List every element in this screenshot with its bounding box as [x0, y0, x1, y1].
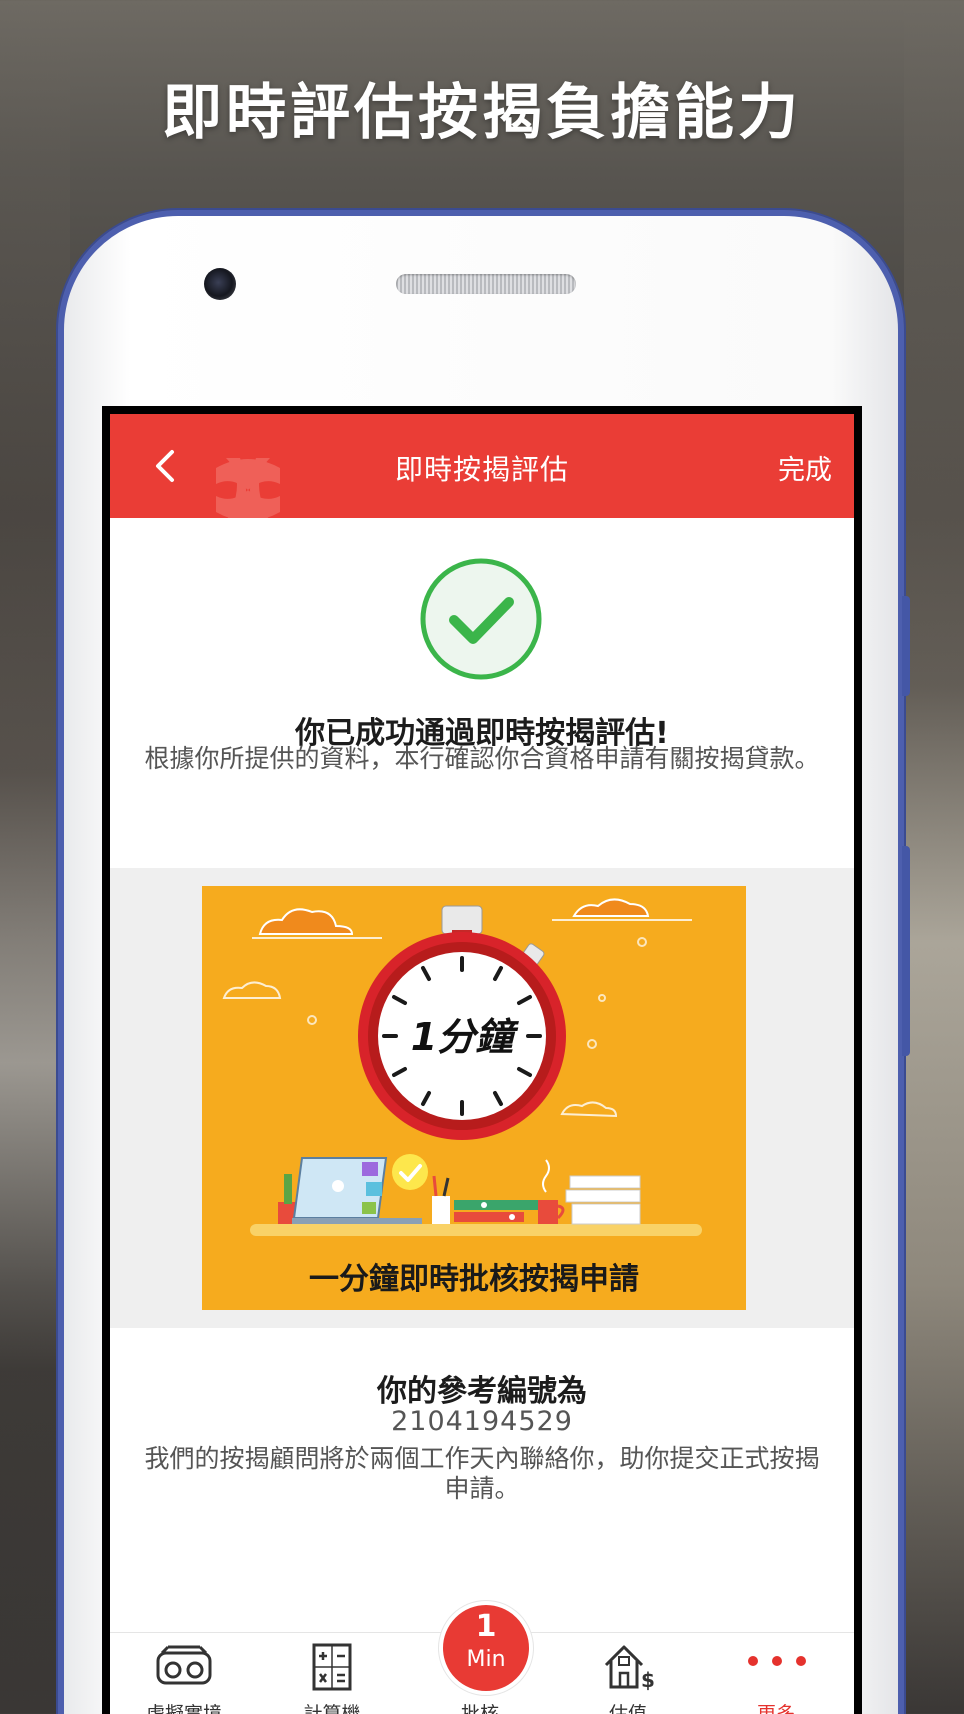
- tab-more[interactable]: 更多: [702, 1633, 850, 1714]
- tab-label: 更多: [756, 1703, 795, 1714]
- success-section: 你已成功通過即時按揭評估! 根據你所提供的資料，本行確認你合資格申請有關按揭貸款…: [110, 518, 854, 868]
- vr-headset-icon: [156, 1645, 212, 1685]
- page-title: 即時按揭評估: [394, 453, 569, 486]
- check-circle-icon: [420, 558, 542, 680]
- front-camera: [204, 268, 236, 300]
- phone-side-button: [902, 596, 910, 696]
- tab-label: 虛擬實境: [145, 1703, 222, 1714]
- reference-heading: 你的參考編號為: [377, 1374, 587, 1409]
- reference-message: 我們的按揭顧問將於兩個工作天內聯絡你，助你提交正式按揭申請。: [144, 1444, 820, 1503]
- screen-bezel: 即時按揭評估 完成 你已成功通過即時按揭評估! 根據你所提供的資料，本行確認你合…: [102, 406, 862, 1714]
- one-min-badge-icon[interactable]: 1 Min: [439, 1601, 533, 1695]
- phone-volume-button: [902, 846, 910, 1056]
- success-message: 根據你所提供的資料，本行確認你合資格申請有關按揭貸款。: [144, 744, 820, 773]
- app-screen: 即時按揭評估 完成 你已成功通過即時按揭評估! 根據你所提供的資料，本行確認你合…: [110, 414, 854, 1714]
- reference-number: 2104194529: [391, 1406, 573, 1437]
- promo-banner-section: 1分鐘 一分鐘即時批核按揭申請: [110, 868, 854, 1328]
- promo-banner: 1分鐘 一分鐘即時批核按揭申請: [202, 886, 746, 1310]
- tab-vr[interactable]: 虛擬實境: [110, 1633, 258, 1714]
- background-blur-right: [904, 0, 964, 1714]
- bottom-tab-bar: 虛擬實境 計算機 批核 1 Min $ 估值 更多: [110, 1601, 854, 1714]
- phone-frame: 即時按揭評估 完成 你已成功通過即時按揭評估! 根據你所提供的資料，本行確認你合…: [58, 210, 910, 1714]
- done-button[interactable]: 完成: [778, 448, 832, 487]
- tab-label: 計算機: [303, 1703, 361, 1714]
- earpiece-speaker: [396, 274, 576, 294]
- more-dots-icon: [748, 1656, 806, 1666]
- promo-title: 即時評估按揭負擔能力: [162, 78, 802, 148]
- tab-label: 估值: [608, 1703, 647, 1714]
- tab-valuation[interactable]: $ 估值: [554, 1633, 702, 1714]
- stopwatch-illustration: 1分鐘: [222, 898, 702, 1236]
- badge-number: 1: [475, 1609, 497, 1644]
- app-header: 即時按揭評估 完成: [110, 414, 854, 518]
- tab-calculator[interactable]: 計算機: [258, 1633, 406, 1714]
- house-value-icon: $: [604, 1645, 655, 1691]
- svg-text:$: $: [641, 1668, 655, 1691]
- calculator-icon: [312, 1643, 352, 1691]
- clock-label: 1分鐘: [411, 1015, 519, 1059]
- badge-unit: Min: [466, 1647, 506, 1672]
- banner-caption: 一分鐘即時批核按揭申請: [309, 1262, 639, 1297]
- tab-label: 批核: [460, 1703, 499, 1714]
